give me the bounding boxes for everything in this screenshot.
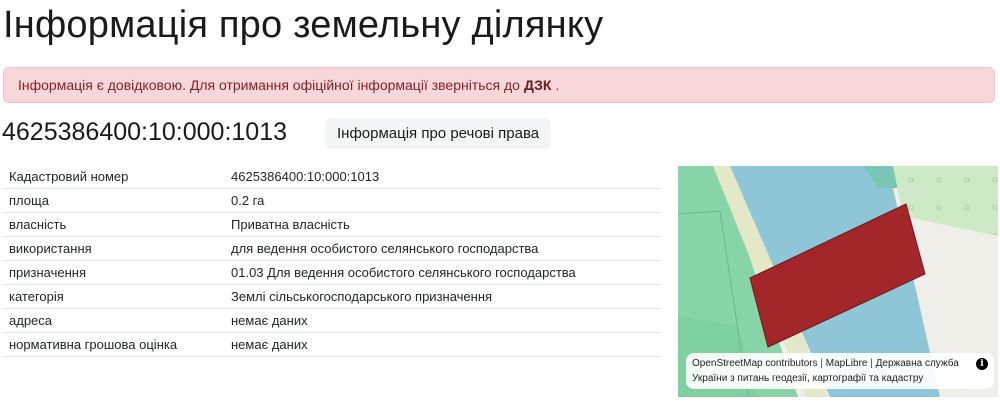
info-icon[interactable]: i <box>976 358 988 370</box>
detail-label: призначення <box>3 260 225 285</box>
table-row: нормативна грошова оцінка немає даних <box>3 332 660 357</box>
alert-text: Інформація є довідковою. Для отримання о… <box>18 77 520 93</box>
page-title: Інформація про земельну ділянку <box>3 4 604 46</box>
property-rights-button[interactable]: Інформація про речові права <box>325 118 552 149</box>
attribution-separator: | <box>867 358 876 369</box>
alert-text-end: . <box>555 77 560 93</box>
attribution-separator: | <box>817 358 826 369</box>
map-attribution: OpenStreetMap contributors | MapLibre | … <box>686 353 994 389</box>
parcel-details-table: Кадастровий номер 4625386400:10:000:1013… <box>3 165 660 357</box>
detail-value: Землі сільськогосподарського призначення <box>225 284 660 309</box>
detail-label: площа <box>3 188 225 213</box>
table-row: площа 0.2 га <box>3 188 660 213</box>
detail-label: категорія <box>3 284 225 309</box>
detail-label: використання <box>3 236 225 261</box>
table-row: адреса немає даних <box>3 308 660 333</box>
maplibre-link[interactable]: MapLibre <box>826 358 868 369</box>
detail-value: Приватна власність <box>225 212 660 237</box>
table-row: використання для ведення особистого селя… <box>3 236 660 261</box>
gov-attribution-line2: України з питань геодезії, картографії т… <box>692 373 924 384</box>
table-row: категорія Землі сільськогосподарського п… <box>3 284 660 309</box>
detail-label: власність <box>3 212 225 237</box>
detail-label: Кадастровий номер <box>3 165 225 189</box>
table-row: власність Приватна власність <box>3 212 660 237</box>
parcel-number-heading: 4625386400:10:000:1013 <box>2 118 288 146</box>
detail-value: для ведення особистого селянського госпо… <box>225 236 660 261</box>
parcel-map[interactable]: ꭥ OpenStreetMap contributors | MapLibre … <box>678 166 998 397</box>
gov-attribution: Державна служба <box>875 358 959 369</box>
disclaimer-alert: Інформація є довідковою. Для отримання о… <box>3 67 995 103</box>
table-row: Кадастровий номер 4625386400:10:000:1013 <box>3 165 660 189</box>
detail-label: адреса <box>3 308 225 333</box>
detail-value: немає даних <box>225 332 660 357</box>
dzk-link[interactable]: ДЗК <box>524 77 551 93</box>
table-row: призначення 01.03 Для ведення особистого… <box>3 260 660 285</box>
detail-value: 0.2 га <box>225 188 660 213</box>
detail-value: немає даних <box>225 308 660 333</box>
detail-label: нормативна грошова оцінка <box>3 332 225 357</box>
osm-attribution-link[interactable]: OpenStreetMap contributors <box>692 358 818 369</box>
detail-value: 01.03 Для ведення особистого селянського… <box>225 260 660 285</box>
detail-value: 4625386400:10:000:1013 <box>225 165 660 189</box>
